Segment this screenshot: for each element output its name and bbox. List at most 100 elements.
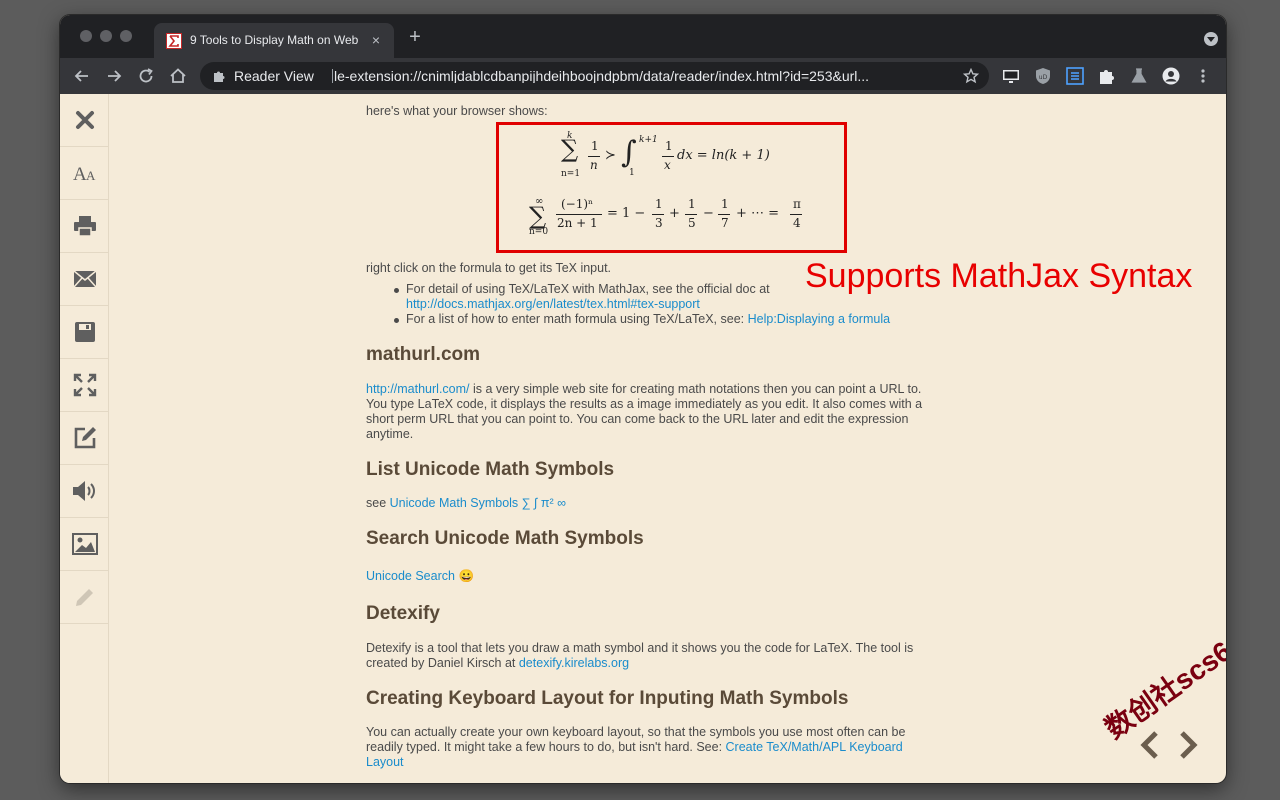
frac-numerator: 1 bbox=[591, 139, 599, 153]
close-reader-button[interactable] bbox=[60, 94, 109, 147]
font-size-icon: AA bbox=[73, 164, 96, 183]
floppy-save-icon bbox=[74, 322, 95, 342]
monitor-extension-icon[interactable] bbox=[1002, 67, 1020, 85]
image-icon bbox=[71, 533, 98, 555]
detexify-paragraph: Detexify is a tool that lets you draw a … bbox=[366, 641, 946, 671]
heading-list-unicode: List Unicode Math Symbols bbox=[366, 459, 615, 480]
close-icon bbox=[75, 111, 94, 129]
mathurl-text: short perm URL that you can point to. Yo… bbox=[366, 412, 909, 426]
grinning-emoji-icon: 😀 bbox=[458, 569, 475, 583]
sum-upper: ∞ bbox=[535, 196, 544, 207]
profile-avatar-icon[interactable] bbox=[1162, 67, 1180, 85]
next-page-button[interactable] bbox=[1172, 725, 1202, 765]
frac-numerator: 1 bbox=[721, 197, 729, 211]
unicode-search-link[interactable]: Unicode Search bbox=[366, 569, 455, 583]
bookmark-star-icon[interactable] bbox=[962, 67, 980, 89]
minus-sign: − bbox=[703, 206, 714, 221]
fullscreen-button[interactable] bbox=[60, 359, 109, 412]
tab-title: 9 Tools to Display Math on Web bbox=[190, 33, 359, 47]
frac-denominator: 7 bbox=[721, 216, 729, 230]
succ-symbol: ≻ bbox=[605, 148, 616, 163]
print-button[interactable] bbox=[60, 200, 109, 253]
design-mode-button[interactable] bbox=[60, 571, 109, 624]
back-icon[interactable] bbox=[72, 66, 92, 86]
reload-icon[interactable] bbox=[136, 66, 156, 86]
expand-icon bbox=[73, 373, 96, 397]
detexify-text: created by Daniel Kirsch at bbox=[366, 656, 519, 670]
reader-sidebar: AA bbox=[60, 94, 109, 783]
forward-icon[interactable] bbox=[104, 66, 124, 86]
mathurl-link[interactable]: http://mathurl.com/ bbox=[366, 382, 470, 396]
svg-text:A: A bbox=[73, 164, 87, 183]
heading-detexify: Detexify bbox=[366, 603, 440, 624]
printer-icon bbox=[73, 216, 96, 237]
integral-symbol: ∫ bbox=[621, 135, 637, 170]
frac-bar bbox=[652, 214, 664, 215]
window-zoom-dot[interactable] bbox=[120, 30, 132, 42]
detexify-link[interactable]: detexify.kirelabs.org bbox=[519, 656, 629, 670]
browser-toolbar: Reader View le-extension://cnimljdablcdb… bbox=[60, 58, 1226, 94]
url-text[interactable]: le-extension://cnimljdablcdbanpijhdeihbo… bbox=[334, 69, 954, 83]
home-icon[interactable] bbox=[168, 66, 188, 86]
address-bar[interactable]: Reader View le-extension://cnimljdablcdb… bbox=[200, 62, 989, 90]
tab-close-icon[interactable]: × bbox=[368, 32, 384, 48]
font-settings-button[interactable]: AA bbox=[60, 147, 109, 200]
intro-text: here's what your browser shows: bbox=[366, 104, 548, 118]
tab-active[interactable]: 9 Tools to Display Math on Web × bbox=[154, 23, 394, 58]
frac-bar bbox=[556, 214, 602, 215]
images-button[interactable] bbox=[60, 518, 109, 571]
reader-view-extension-icon[interactable] bbox=[1066, 67, 1084, 85]
frac-denominator: x bbox=[664, 158, 671, 172]
series-tail: + ⋯ = bbox=[736, 206, 780, 221]
svg-text:uD: uD bbox=[1039, 74, 1048, 81]
keyboard-layout-link[interactable]: Create TeX/Math/APL Keyboard bbox=[726, 740, 903, 754]
list-unicode-paragraph: see Unicode Math Symbols ∑ ∫ π² ∞ bbox=[366, 496, 946, 511]
window-close-dot[interactable] bbox=[80, 30, 92, 42]
frac-bar bbox=[662, 156, 674, 157]
edit-button[interactable] bbox=[60, 412, 109, 465]
frac-bar bbox=[588, 156, 600, 157]
sum-upper: k bbox=[567, 131, 573, 141]
edit-note-icon bbox=[74, 427, 96, 449]
email-button[interactable] bbox=[60, 253, 109, 306]
save-button[interactable] bbox=[60, 306, 109, 359]
sigma-favicon-icon bbox=[166, 33, 182, 49]
frac-numerator: 1 bbox=[655, 197, 663, 211]
series-start: = 1 − bbox=[607, 206, 646, 221]
int-upper: k+1 bbox=[639, 135, 658, 145]
formula-highlight-box: ∑ k n=1 1 n ≻ ∫ k+1 1 1 x dx = ln(k + 1)… bbox=[496, 122, 847, 253]
tab-bar: 9 Tools to Display Math on Web × + bbox=[60, 15, 1226, 58]
ublock-shield-icon[interactable]: uD bbox=[1034, 67, 1052, 85]
pencil-icon bbox=[75, 589, 93, 606]
previous-page-button[interactable] bbox=[1136, 725, 1166, 765]
new-tab-button[interactable]: + bbox=[404, 27, 426, 49]
bullet-text: For detail of using TeX/LaTeX with MathJ… bbox=[406, 282, 770, 296]
frac-denominator: 5 bbox=[688, 216, 696, 230]
mathurl-text: anytime. bbox=[366, 427, 414, 441]
detexify-text: Detexify is a tool that lets you draw a … bbox=[366, 641, 914, 655]
window-minimize-dot[interactable] bbox=[100, 30, 112, 42]
mathurl-paragraph: http://mathurl.com/ is a very simple web… bbox=[366, 382, 946, 442]
labs-flask-icon[interactable] bbox=[1130, 67, 1148, 85]
reader-view-label: Reader View bbox=[234, 68, 314, 84]
mathjax-doc-link[interactable]: http://docs.mathjax.org/en/latest/tex.ht… bbox=[406, 297, 700, 311]
unicode-math-symbols-link[interactable]: Unicode Math Symbols ∑ ∫ π² ∞ bbox=[390, 496, 566, 510]
speaker-icon bbox=[72, 481, 95, 501]
see-text: see bbox=[366, 496, 390, 510]
extension-puzzle-icon bbox=[212, 69, 226, 88]
plus-sign: + bbox=[669, 206, 680, 221]
frac-bar bbox=[790, 214, 802, 215]
sum-lower: n=0 bbox=[529, 227, 549, 237]
text-to-speech-button[interactable] bbox=[60, 465, 109, 518]
keyboard-layout-link-cont[interactable]: Layout bbox=[366, 755, 404, 769]
browser-menu-icon[interactable] bbox=[1194, 67, 1212, 85]
search-unicode-paragraph: Unicode Search 😀 bbox=[366, 569, 946, 584]
extensions-puzzle-icon[interactable] bbox=[1098, 67, 1116, 85]
frac-numerator: 1 bbox=[688, 197, 696, 211]
chevron-left-icon bbox=[1140, 731, 1158, 759]
promo-caption: Supports MathJax Syntax bbox=[805, 257, 1193, 295]
frac-denominator: 3 bbox=[655, 216, 663, 230]
tab-search-icon[interactable] bbox=[1204, 32, 1218, 46]
keyboard-paragraph: You can actually create your own keyboar… bbox=[366, 725, 946, 770]
help-formula-link[interactable]: Help:Displaying a formula bbox=[748, 312, 890, 326]
